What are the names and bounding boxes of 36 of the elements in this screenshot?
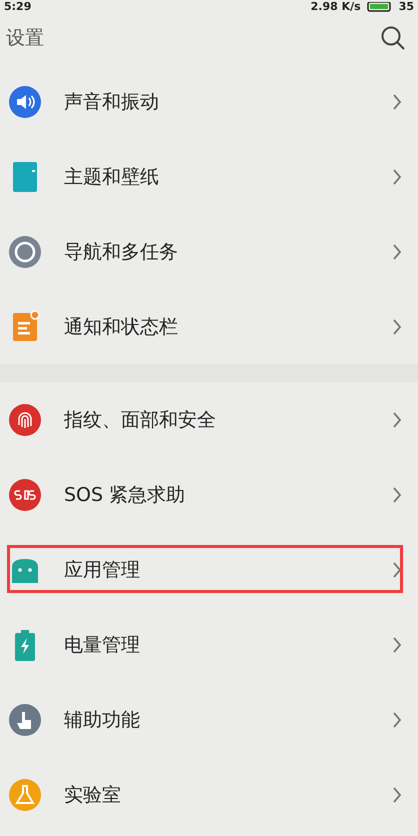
item-label: 通知和状态栏 bbox=[64, 314, 179, 340]
chevron-icon bbox=[392, 92, 402, 110]
network-speed: 2.98 K/s bbox=[310, 1, 361, 12]
chevron-icon bbox=[392, 242, 402, 260]
item-label: 指纹、面部和安全 bbox=[64, 408, 217, 432]
chevron-icon bbox=[392, 636, 402, 654]
item-label: 主题和壁纸 bbox=[64, 164, 160, 190]
item-label: 实验室 bbox=[64, 782, 122, 808]
settings-item[interactable]: 导航和多任务 bbox=[0, 214, 418, 289]
battery-level: 35 bbox=[398, 1, 414, 12]
settings-item[interactable]: 辅助功能 bbox=[0, 682, 418, 757]
settings-item[interactable]: 实验室 bbox=[0, 757, 418, 832]
settings-item[interactable]: 电量管理 bbox=[0, 607, 418, 682]
chevron-icon bbox=[392, 710, 402, 728]
page-title: 设置 bbox=[6, 26, 44, 51]
item-label: SOS 紧急求助 bbox=[64, 482, 186, 508]
chevron-icon bbox=[392, 410, 402, 428]
settings-item[interactable]: 指纹、面部和安全 bbox=[0, 382, 418, 457]
item-label: 电量管理 bbox=[64, 632, 141, 658]
chevron-icon bbox=[392, 786, 402, 804]
search-icon[interactable] bbox=[380, 25, 406, 51]
chevron-icon bbox=[392, 168, 402, 186]
settings-item[interactable]: 声音和振动 bbox=[0, 64, 418, 139]
item-label: 应用管理 bbox=[64, 558, 141, 582]
chevron-icon bbox=[392, 560, 402, 578]
chevron-icon bbox=[392, 318, 402, 336]
settings-item[interactable]: 应用管理 bbox=[0, 532, 418, 607]
battery-icon bbox=[366, 2, 393, 12]
item-label: 辅助功能 bbox=[64, 708, 141, 732]
item-label: 声音和振动 bbox=[64, 90, 160, 114]
item-label: 导航和多任务 bbox=[64, 240, 179, 264]
settings-item[interactable]: 主题和壁纸 bbox=[0, 139, 418, 214]
chevron-icon bbox=[392, 486, 402, 504]
settings-item[interactable]: SOS 紧急求助 bbox=[0, 457, 418, 532]
status-time: 5:29 bbox=[4, 1, 32, 12]
settings-item[interactable]: 通知和状态栏 bbox=[0, 289, 418, 364]
